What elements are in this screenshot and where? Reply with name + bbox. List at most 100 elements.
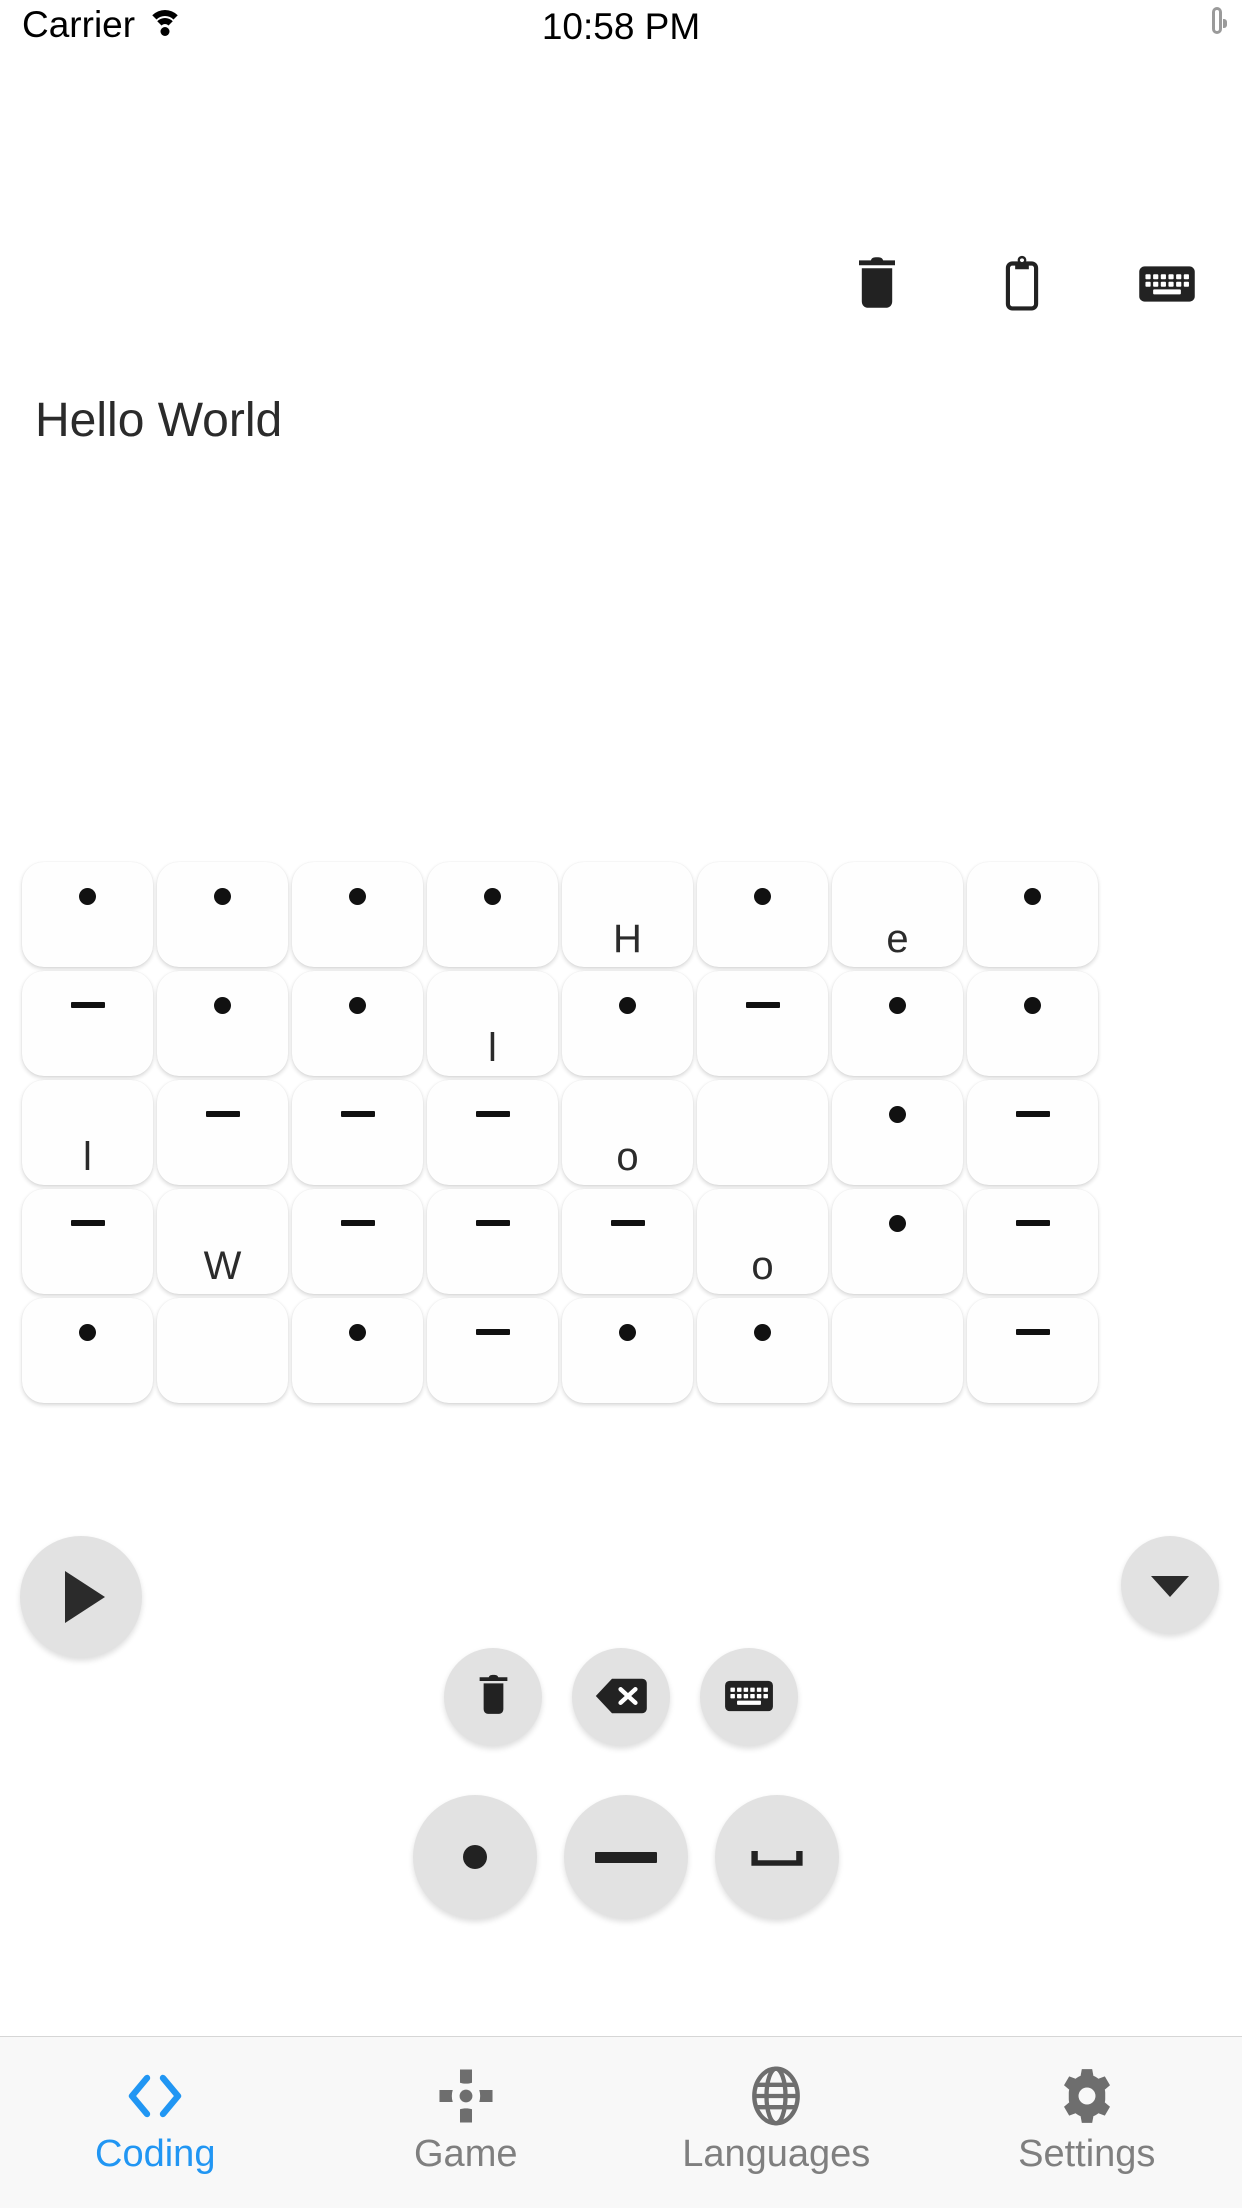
morse-cell-symbol-dash — [22, 993, 153, 1017]
tab-label-languages: Languages — [682, 2133, 871, 2175]
morse-cell[interactable] — [22, 862, 153, 967]
keyboard-toggle-button[interactable] — [700, 1648, 798, 1746]
dot-icon — [484, 887, 501, 905]
dash-icon — [745, 1002, 780, 1008]
morse-cell[interactable] — [832, 1080, 963, 1185]
morse-cell-symbol-dash — [562, 1211, 693, 1235]
morse-cell-symbol-dash — [967, 1211, 1098, 1235]
morse-cell[interactable] — [292, 1080, 423, 1185]
morse-cell[interactable] — [427, 1189, 558, 1294]
morse-cell-symbol-dot — [697, 884, 828, 908]
clipboard-icon — [997, 255, 1047, 316]
tab-languages[interactable]: Languages — [621, 2037, 932, 2176]
status-bar: Carrier 10:58 PM — [0, 0, 1242, 60]
dot-icon — [889, 1105, 906, 1123]
morse-cell[interactable]: H — [562, 862, 693, 967]
morse-cell-symbol-dot — [562, 1320, 693, 1344]
dash-input-button[interactable] — [564, 1795, 688, 1919]
morse-cell[interactable] — [697, 1298, 828, 1403]
morse-cell[interactable] — [22, 1189, 153, 1294]
morse-cell[interactable] — [292, 971, 423, 1076]
bottom-tab-bar: Coding Game Languages Settings — [0, 2036, 1242, 2208]
morse-cell[interactable] — [292, 1189, 423, 1294]
morse-cell-symbol-dot — [292, 884, 423, 908]
clear-text-button[interactable] — [837, 245, 917, 325]
morse-cell[interactable]: W — [157, 1189, 288, 1294]
morse-cell[interactable] — [832, 971, 963, 1076]
collapse-button[interactable] — [1121, 1536, 1219, 1634]
tab-coding[interactable]: Coding — [0, 2037, 311, 2176]
morse-cell[interactable]: e — [832, 862, 963, 967]
morse-cell[interactable] — [22, 971, 153, 1076]
trash-icon — [475, 1673, 512, 1721]
dot-icon — [619, 996, 636, 1014]
morse-cell-letter: o — [616, 1135, 639, 1179]
status-bar-clock: 10:58 PM — [541, 6, 701, 47]
morse-cell[interactable] — [967, 1080, 1098, 1185]
dash-icon — [340, 1220, 375, 1226]
morse-cell[interactable]: l — [22, 1080, 153, 1185]
morse-cell-letter: o — [751, 1244, 774, 1288]
morse-cell-symbol-dash — [427, 1320, 558, 1344]
morse-cell[interactable] — [157, 862, 288, 967]
morse-cell[interactable] — [22, 1298, 153, 1403]
morse-cell[interactable] — [697, 862, 828, 967]
morse-cell[interactable] — [562, 1298, 693, 1403]
morse-cell-symbol-dot — [967, 884, 1098, 908]
morse-cell[interactable]: o — [697, 1189, 828, 1294]
dot-icon — [349, 1323, 366, 1341]
morse-cell[interactable] — [292, 862, 423, 967]
morse-cell-symbol-empty — [562, 1102, 693, 1126]
morse-cell-symbol-empty — [157, 1320, 288, 1344]
morse-tree-grid[interactable]: He l l o Wo — [0, 860, 1242, 1500]
morse-cell-symbol-dash — [292, 1211, 423, 1235]
morse-cell[interactable] — [427, 1298, 558, 1403]
morse-cell[interactable]: l — [427, 971, 558, 1076]
morse-cell[interactable] — [562, 971, 693, 1076]
dot-icon — [889, 1214, 906, 1232]
morse-cell-symbol-dot — [832, 1102, 963, 1126]
tab-label-settings: Settings — [1018, 2133, 1156, 2175]
dot-icon — [1024, 996, 1041, 1014]
copy-to-clipboard-button[interactable] — [982, 245, 1062, 325]
keyboard-icon — [1138, 263, 1196, 308]
trash-icon — [853, 255, 901, 316]
play-button[interactable] — [20, 1536, 142, 1658]
tab-settings[interactable]: Settings — [932, 2037, 1242, 2176]
play-triangle-icon — [65, 1571, 105, 1623]
decoded-output-text[interactable]: Hello World — [35, 392, 1205, 450]
morse-cell[interactable] — [427, 862, 558, 967]
morse-cell[interactable] — [697, 1080, 828, 1185]
toggle-keyboard-button[interactable] — [1127, 245, 1207, 325]
morse-cell[interactable] — [562, 1189, 693, 1294]
morse-cell[interactable] — [157, 971, 288, 1076]
clear-all-button[interactable] — [444, 1648, 542, 1746]
morse-cell[interactable] — [967, 971, 1098, 1076]
backspace-button[interactable] — [572, 1648, 670, 1746]
morse-cell-symbol-dot — [292, 993, 423, 1017]
morse-cell-symbol-dash — [427, 1102, 558, 1126]
morse-cell-symbol-empty — [832, 884, 963, 908]
morse-cell[interactable] — [832, 1189, 963, 1294]
morse-cell-symbol-empty — [427, 993, 558, 1017]
dot-icon — [889, 996, 906, 1014]
morse-cell-symbol-empty — [832, 1320, 963, 1344]
space-input-button[interactable] — [715, 1795, 839, 1919]
status-bar-right — [1212, 7, 1222, 34]
morse-cell[interactable] — [832, 1298, 963, 1403]
morse-cell[interactable] — [967, 862, 1098, 967]
morse-cell[interactable] — [157, 1080, 288, 1185]
dash-icon — [1015, 1220, 1050, 1226]
morse-cell[interactable] — [292, 1298, 423, 1403]
dot-input-button[interactable] — [413, 1795, 537, 1919]
morse-cell[interactable]: o — [562, 1080, 693, 1185]
tab-label-coding: Coding — [95, 2133, 216, 2175]
morse-cell[interactable] — [157, 1298, 288, 1403]
tab-game[interactable]: Game — [311, 2037, 622, 2176]
morse-cell[interactable] — [967, 1298, 1098, 1403]
morse-cell[interactable] — [697, 971, 828, 1076]
morse-cell-symbol-empty — [697, 1211, 828, 1235]
app-screen: Carrier 10:58 PM Hello World H e l l o W… — [0, 0, 1242, 2208]
morse-cell[interactable] — [967, 1189, 1098, 1294]
morse-cell[interactable] — [427, 1080, 558, 1185]
